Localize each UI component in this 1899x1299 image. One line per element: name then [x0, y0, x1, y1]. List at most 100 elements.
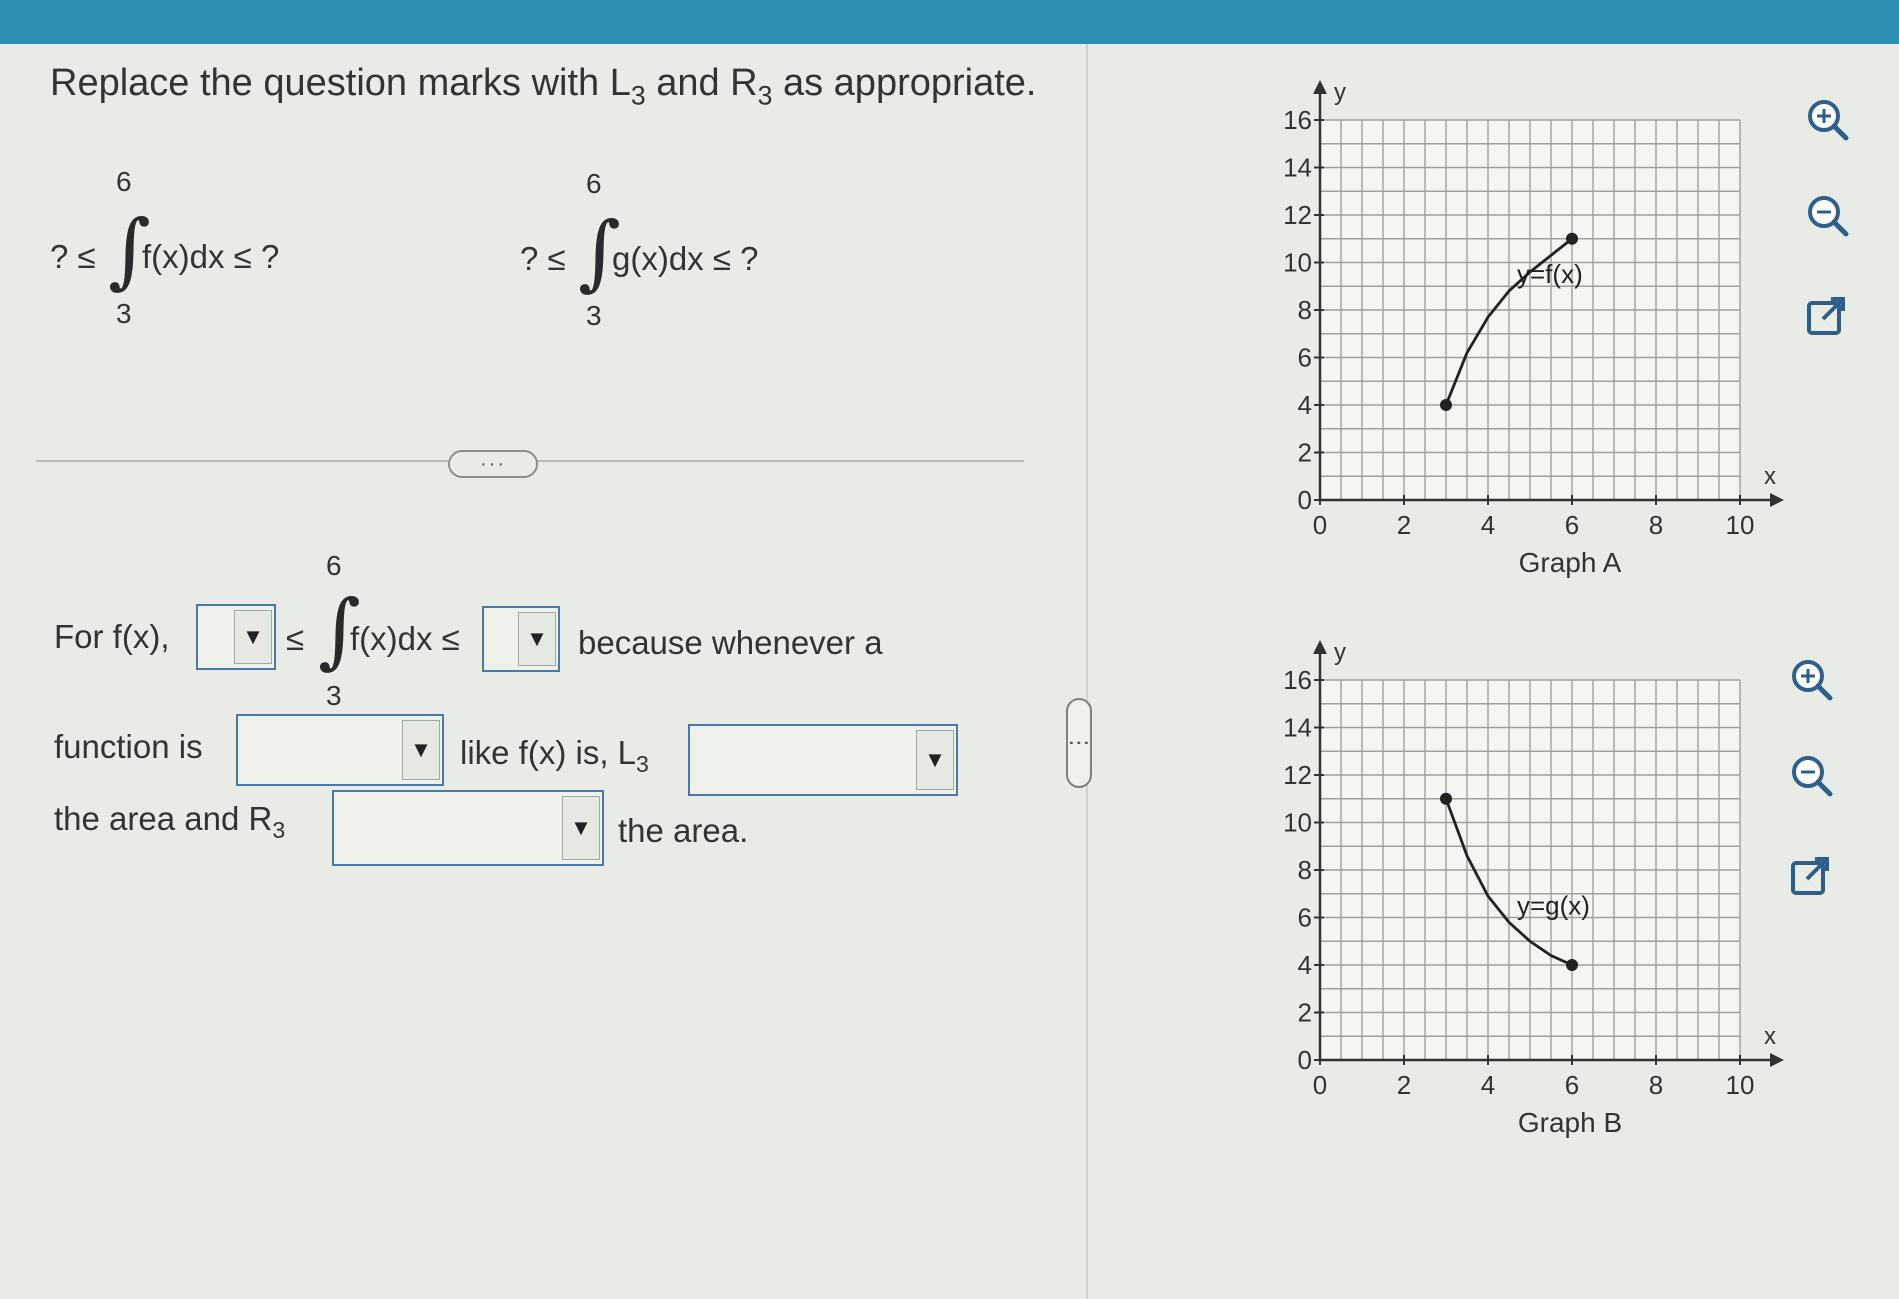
integral-lower-limit: 3 [326, 680, 342, 711]
y-tick-label: 2 [1298, 438, 1312, 468]
instruction-part: as appropriate. [772, 62, 1037, 104]
x-tick-label: 4 [1481, 510, 1495, 540]
le-symbol: ≤ [286, 620, 305, 657]
instruction-sub: 3 [630, 80, 646, 111]
instruction-part: and R [645, 62, 758, 104]
y-tick-label: 16 [1283, 665, 1312, 695]
x-tick-label: 0 [1313, 510, 1327, 540]
instruction-part: Replace the question marks with L [50, 62, 631, 104]
upper-bound-dropdown[interactable]: ▼ [482, 606, 560, 672]
endpoint-dot [1566, 232, 1578, 245]
x-tick-label: 6 [1565, 1070, 1579, 1100]
zoom-out-icon[interactable] [1784, 748, 1840, 804]
pane-resize-handle[interactable]: ⋮ [1066, 698, 1092, 788]
x-tick-label: 4 [1481, 1070, 1495, 1100]
y-tick-label: 2 [1298, 998, 1312, 1028]
like-f-text: like f(x) is, L3 [460, 734, 649, 778]
graph-b: 0 2 4 6 8 10 0 2 4 6 8 10 12 14 16 x y y=g(x) Graph B [1240, 640, 1800, 1160]
pane-divider [1086, 44, 1088, 1299]
graph-title: Graph A [1519, 547, 1622, 578]
zoom-in-icon[interactable] [1800, 92, 1856, 148]
y-tick-label: 4 [1298, 950, 1312, 980]
integrand: f(x)dx ≤ ? [142, 238, 280, 275]
integral-upper-limit: 6 [586, 168, 602, 199]
graph-b-svg: 0 2 4 6 8 10 0 2 4 6 8 10 12 14 16 x y y=g(x) Graph B [1283, 640, 1784, 1138]
endpoint-dot [1440, 399, 1452, 411]
instruction-text: Replace the question marks with L3 and R… [50, 62, 1036, 111]
because-text: because whenever a [578, 624, 883, 661]
y-tick-label: 12 [1283, 200, 1312, 230]
integral-lhs: ? ≤ [50, 238, 96, 275]
y-tick-label: 8 [1298, 295, 1312, 325]
dropdown-arrow-icon: ▼ [234, 610, 272, 664]
x-axis-arrow [1770, 1053, 1784, 1067]
integrand: g(x)dx ≤ ? [612, 240, 759, 277]
y-tick-label: 4 [1298, 390, 1312, 420]
endpoint-dot [1440, 792, 1452, 805]
function-is-text: function is [54, 728, 203, 765]
x-tick-label: 8 [1649, 1070, 1663, 1100]
x-tick-label: 8 [1649, 510, 1663, 540]
x-tick-label: 2 [1397, 1070, 1411, 1100]
y-axis-arrow [1313, 80, 1327, 94]
r3-area-dropdown[interactable]: ▼ [332, 790, 604, 866]
dropdown-arrow-icon: ▼ [916, 730, 954, 790]
integral-f: ? ≤ 6 ∫ 3 f(x)dx ≤ ? [50, 160, 370, 340]
dropdown-arrow-icon: ▼ [562, 796, 600, 860]
y-tick-label: 10 [1283, 248, 1312, 278]
area-and-label: the area and R [54, 800, 273, 837]
graph-title: Graph B [1518, 1107, 1622, 1138]
integral-lower-limit: 3 [116, 298, 132, 329]
instruction-sub: 3 [757, 80, 773, 111]
function-behavior-dropdown[interactable]: ▼ [236, 714, 444, 786]
like-f-sub: 3 [636, 751, 649, 778]
zoom-out-icon[interactable] [1800, 188, 1856, 244]
top-bar [0, 0, 1899, 44]
integral-lower-limit: 3 [586, 300, 602, 331]
y-tick-label: 16 [1283, 105, 1312, 135]
dropdown-arrow-icon: ▼ [518, 612, 556, 666]
x-axis-label: x [1764, 463, 1776, 490]
endpoint-dot [1566, 959, 1578, 971]
x-axis-label: x [1764, 1023, 1776, 1050]
like-f-label: like f(x) is, L [460, 734, 637, 771]
y-tick-label: 6 [1298, 903, 1312, 933]
area-and-text: the area and R3 [54, 800, 285, 844]
expand-button[interactable]: ··· [448, 450, 538, 478]
x-tick-label: 10 [1726, 510, 1755, 540]
x-tick-label: 10 [1726, 1070, 1755, 1100]
integrand: f(x)dx ≤ [350, 620, 460, 657]
y-axis-label: y [1334, 640, 1346, 666]
graph-a-svg: 0 2 4 6 8 10 0 2 4 6 8 10 12 14 16 x y y=f(x) Graph A [1283, 80, 1784, 578]
zoom-in-icon[interactable] [1784, 652, 1840, 708]
y-axis-label: y [1334, 80, 1346, 106]
series-label: y=g(x) [1517, 890, 1590, 920]
x-axis-arrow [1770, 493, 1784, 507]
y-tick-label: 6 [1298, 343, 1312, 373]
x-tick-label: 2 [1397, 510, 1411, 540]
y-tick-label: 10 [1283, 808, 1312, 838]
series-label: y=f(x) [1517, 259, 1583, 289]
y-tick-label: 0 [1298, 485, 1312, 515]
y-tick-label: 12 [1283, 760, 1312, 790]
y-tick-label: 0 [1298, 1045, 1312, 1075]
integral-g: ? ≤ 6 ∫ 3 g(x)dx ≤ ? [520, 162, 840, 342]
y-tick-label: 14 [1283, 153, 1312, 183]
the-area-text: the area. [618, 812, 749, 849]
integral-lhs: ? ≤ [520, 240, 566, 277]
l3-area-dropdown[interactable]: ▼ [688, 724, 958, 796]
integral-upper-limit: 6 [326, 550, 342, 581]
area-and-sub: 3 [272, 817, 286, 844]
for-f-label: For f(x), [54, 618, 170, 655]
graph-a: 0 2 4 6 8 10 0 2 4 6 8 10 12 14 16 x y y=f(x) Graph A [1240, 80, 1800, 600]
x-tick-label: 0 [1313, 1070, 1327, 1100]
external-link-icon[interactable] [1782, 848, 1838, 904]
lower-bound-dropdown[interactable]: ▼ [196, 604, 276, 670]
integral-upper-limit: 6 [116, 166, 132, 197]
x-tick-label: 6 [1565, 510, 1579, 540]
external-link-icon[interactable] [1798, 288, 1854, 344]
dropdown-arrow-icon: ▼ [402, 720, 440, 780]
y-tick-label: 8 [1298, 855, 1312, 885]
y-axis-arrow [1313, 640, 1327, 654]
y-tick-label: 14 [1283, 713, 1312, 743]
